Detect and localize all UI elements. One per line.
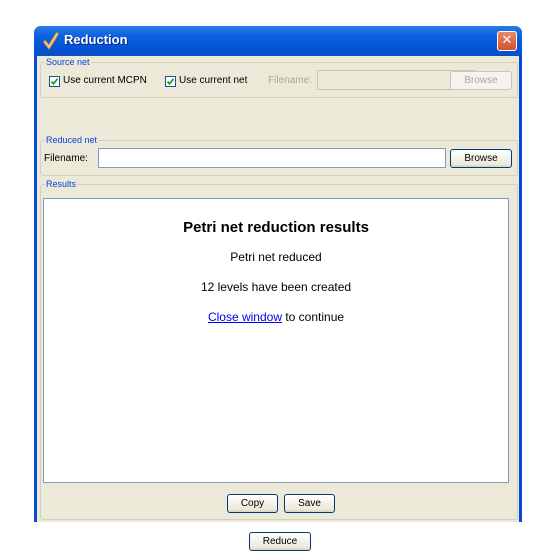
use-current-net-checkbox[interactable] xyxy=(165,76,176,87)
reduced-browse-button[interactable]: Browse xyxy=(450,149,512,168)
save-button[interactable]: Save xyxy=(284,494,335,513)
window-client: Source net Use current MCPN Use current … xyxy=(37,56,519,551)
reduced-filename-label: Filename: xyxy=(44,153,88,164)
close-window-link[interactable]: Close window xyxy=(208,310,282,324)
use-current-net-label[interactable]: Use current net xyxy=(179,75,247,86)
source-filename-label: Filename: xyxy=(268,75,312,86)
continue-text: to continue xyxy=(282,310,345,324)
results-legend: Results xyxy=(45,178,78,190)
close-icon[interactable]: ✕ xyxy=(497,31,517,51)
results-heading: Petri net reduction results xyxy=(183,219,369,236)
checkmark-icon xyxy=(50,78,59,86)
app-check-icon xyxy=(43,32,59,50)
title-bar[interactable]: Reduction ✕ xyxy=(34,26,522,56)
results-status-line: Petri net reduced xyxy=(230,250,322,264)
source-browse-button[interactable]: Browse xyxy=(450,71,512,90)
results-close-line: Close window to continue xyxy=(44,310,508,324)
reduce-button[interactable]: Reduce xyxy=(249,532,311,551)
reduced-net-group: Reduced net Filename: Browse xyxy=(40,134,518,176)
window-title: Reduction xyxy=(64,32,128,47)
copy-button[interactable]: Copy xyxy=(227,494,278,513)
reduced-filename-field[interactable] xyxy=(98,148,446,168)
use-current-mcpn-label[interactable]: Use current MCPN xyxy=(63,75,147,86)
source-net-legend: Source net xyxy=(45,56,91,68)
checkmark-icon xyxy=(166,78,175,86)
results-text-pane[interactable]: Petri net reduction results Petri net re… xyxy=(43,198,509,483)
results-levels-line: 12 levels have been created xyxy=(200,280,352,294)
reduced-net-legend: Reduced net xyxy=(45,134,99,146)
source-net-group: Source net Use current MCPN Use current … xyxy=(40,56,518,98)
use-current-mcpn-checkbox[interactable] xyxy=(49,76,60,87)
reduction-window: Reduction ✕ Source net Use current MCPN … xyxy=(34,26,522,551)
